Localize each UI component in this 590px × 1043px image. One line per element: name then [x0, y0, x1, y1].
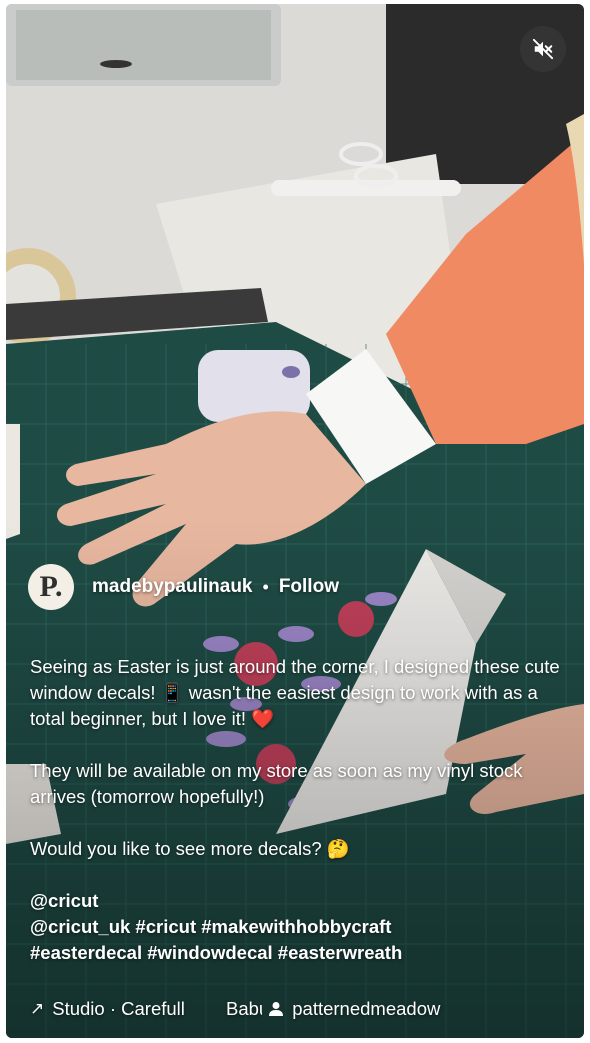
caption-line: They will be available on my store as so…: [30, 760, 523, 807]
mention-link[interactable]: @cricut: [30, 888, 570, 914]
mute-button[interactable]: [520, 26, 566, 72]
username-link[interactable]: madebypaulinauk: [92, 576, 253, 598]
hashtag-line[interactable]: @cricut_uk #cricut #makewithhobbycraft: [30, 914, 570, 940]
audio-attribution[interactable]: ↗ Studio · Carefull Babu : patternedmead…: [30, 998, 440, 1020]
avatar-letter: P.: [39, 570, 63, 603]
separator-dot: •: [262, 576, 269, 597]
audio-credit-name: patternedmeadow: [292, 998, 441, 1019]
audio-track-title[interactable]: Studio · Carefull Babu :: [52, 998, 262, 1020]
hashtag-line[interactable]: #easterdecal #windowdecal #easterwreath: [30, 940, 570, 966]
speaker-muted-icon: [532, 38, 554, 60]
reel-video-frame[interactable]: P. madebypaulinauk • Follow Seeing as Ea…: [6, 4, 584, 1038]
post-author: P. madebypaulinauk • Follow: [28, 564, 339, 610]
caption-line: Seeing as Easter is just around the corn…: [30, 656, 560, 729]
caption-line: Would you like to see more decals? 🤔: [30, 838, 350, 859]
follow-button[interactable]: Follow: [279, 576, 339, 598]
hashtags: @cricut @cricut_uk #cricut #makewithhobb…: [30, 888, 570, 966]
audio-credit[interactable]: patternedmeadow: [268, 998, 440, 1020]
avatar[interactable]: P.: [28, 564, 74, 610]
arrow-up-right-icon: ↗: [30, 999, 45, 1018]
post-caption: Seeing as Easter is just around the corn…: [30, 654, 570, 966]
person-icon: [269, 1002, 284, 1016]
